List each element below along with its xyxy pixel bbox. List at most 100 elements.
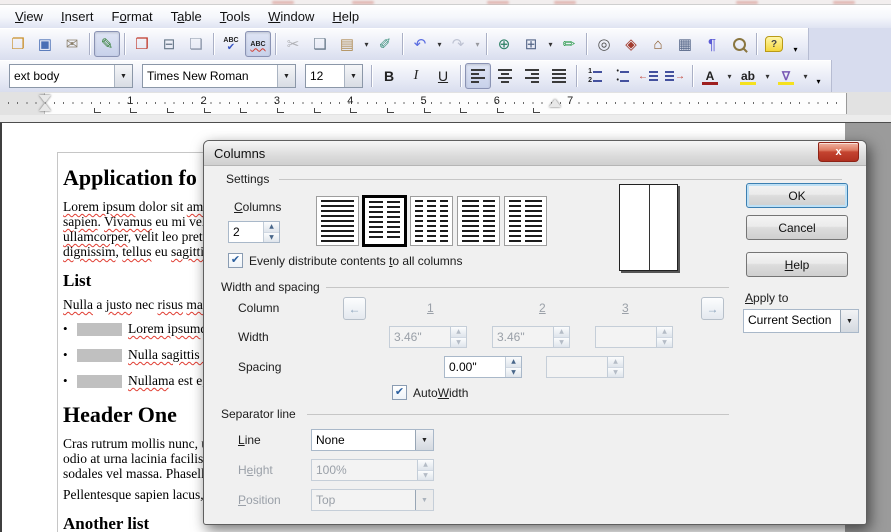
autowidth-checkbox[interactable]: ✔ AutoWidth [392,385,468,400]
column-number-3: 3 [622,301,629,315]
print-preview-button[interactable]: ❏ [183,31,209,57]
cut-icon: ✂ [287,37,300,52]
preset-column-lines [369,201,383,241]
paragraph-style-combo-value: ext body [10,69,114,83]
close-button[interactable]: x [818,142,859,162]
italic-button[interactable]: I [403,63,429,89]
chevron-down-icon[interactable]: ▼ [344,65,362,87]
insert-table-button[interactable]: ⊞ [518,31,544,57]
cancel-button[interactable]: Cancel [746,215,848,240]
checkbox-check-icon: ✔ [392,385,407,400]
preset-right-wide[interactable] [504,196,547,246]
numbered-list-button[interactable]: 12 [581,63,607,89]
email-icon: ✉ [66,37,79,52]
toolbar-separator [486,33,487,55]
font-size-combo[interactable]: 12▼ [305,64,363,88]
data-sources-button[interactable]: ▦ [672,31,698,57]
increase-indent-button[interactable]: → [662,63,688,89]
save-button[interactable]: ▣ [32,31,58,57]
preset-left-wide[interactable] [457,196,500,246]
misspelled-text: dignissim [63,244,116,259]
left-indent-marker[interactable] [39,103,51,111]
menu-format[interactable]: Format [102,6,161,27]
paste-button-dropdown[interactable]: ▾ [362,40,371,49]
highlighting-button-dropdown[interactable]: ▾ [763,72,772,81]
email-button[interactable]: ✉ [59,31,85,57]
print-button[interactable]: ⊟ [156,31,182,57]
spacing-1-2-spinner[interactable]: 0.00"▲▼ [444,356,522,378]
align-right-button[interactable] [519,63,545,89]
decrease-indent-button[interactable]: ← [635,63,661,89]
export-pdf-icon: ❒ [135,37,148,52]
edit-file-button[interactable]: ✎ [94,31,120,57]
open-button[interactable]: ❐ [5,31,31,57]
menu-window[interactable]: Window [259,6,323,27]
zoom-button[interactable] [726,31,752,57]
font-size-combo-value: 12 [306,69,344,83]
ok-button[interactable]: OK [746,183,848,208]
font-name-combo[interactable]: Times New Roman▼ [142,64,296,88]
toolbar-overflow-button[interactable]: ▾ [788,40,803,58]
right-indent-marker[interactable] [549,99,561,107]
align-justify-button[interactable] [546,63,572,89]
menu-insert[interactable]: Insert [52,6,103,27]
preset-three-columns[interactable] [410,196,453,246]
help-button[interactable]: ? [761,31,787,57]
preset-two-columns[interactable] [363,196,406,246]
settings-group-label: Settings [226,172,275,186]
increase-indent-icon: → [665,71,685,82]
chevron-down-icon[interactable]: ▼ [277,65,295,87]
find-replace-button[interactable]: ◎ [591,31,617,57]
auto-spellcheck-button[interactable]: ABC [245,31,271,57]
highlighting-button[interactable]: ab [735,63,761,89]
find-replace-icon: ◎ [597,37,610,52]
paragraph-style-combo[interactable]: ext body▼ [9,64,133,88]
preset-one-column[interactable] [316,196,359,246]
gallery-button[interactable]: ⌂ [645,31,671,57]
first-line-indent-marker[interactable] [39,95,51,103]
menu-table[interactable]: Table [162,6,211,27]
hyperlink-button[interactable]: ⊕ [491,31,517,57]
background-color-button-dropdown[interactable]: ▾ [801,72,810,81]
bold-button[interactable]: B [376,63,402,89]
chevron-down-icon[interactable]: ▼ [114,65,132,87]
horizontal-ruler[interactable]: 1234567 [0,92,891,116]
font-color-button-dropdown[interactable]: ▾ [725,72,734,81]
paste-button[interactable]: ▤ [334,31,360,57]
draw-functions-button[interactable]: ✏ [556,31,582,57]
underline-button[interactable]: U [430,63,456,89]
align-left-button[interactable] [465,63,491,89]
ruler-number-7: 7 [567,95,573,107]
cut-button: ✂ [280,31,306,57]
undo-button-dropdown[interactable]: ▾ [435,40,444,49]
line-style-dropdown[interactable]: None ▼ [311,429,434,451]
toolbar-overflow-button[interactable]: ▾ [811,72,826,90]
format-paintbrush-button[interactable]: ✐ [372,31,398,57]
text: dolor sit [135,199,186,214]
next-column-button[interactable]: → [701,297,724,320]
menu-help[interactable]: Help [323,6,368,27]
font-color-button[interactable]: A [697,63,723,89]
insert-table-button-dropdown[interactable]: ▾ [546,40,555,49]
numbered-list-icon: 12 [586,68,602,84]
help-button[interactable]: Help [746,252,848,277]
columns-count-spinner[interactable]: 2 ▲▼ [228,221,280,243]
formatting-marks-button[interactable]: ¶ [699,31,725,57]
toolbar-separator [586,33,587,55]
undo-button[interactable]: ↶ [407,31,433,57]
dialog-titlebar[interactable]: Columns [204,141,866,166]
apply-to-dropdown[interactable]: Current Section ▼ [743,309,859,333]
spellcheck-button[interactable]: ABC✔ [218,31,244,57]
menu-view[interactable]: View [6,6,52,27]
background-color-button[interactable]: ∇ [773,63,799,89]
menu-tools[interactable]: Tools [211,6,259,27]
misspelled-text: sapien [63,214,98,229]
previous-column-button[interactable]: ← [343,297,366,320]
align-center-button[interactable] [492,63,518,89]
bullet-list-button[interactable]: •• [608,63,634,89]
copy-button[interactable]: ❑ [307,31,333,57]
spinner-arrows-icon[interactable]: ▲▼ [263,222,279,242]
evenly-distribute-checkbox[interactable]: ✔ Evenly distribute contents to all colu… [228,253,462,268]
navigator-button[interactable]: ◈ [618,31,644,57]
export-pdf-button[interactable]: ❒ [129,31,155,57]
